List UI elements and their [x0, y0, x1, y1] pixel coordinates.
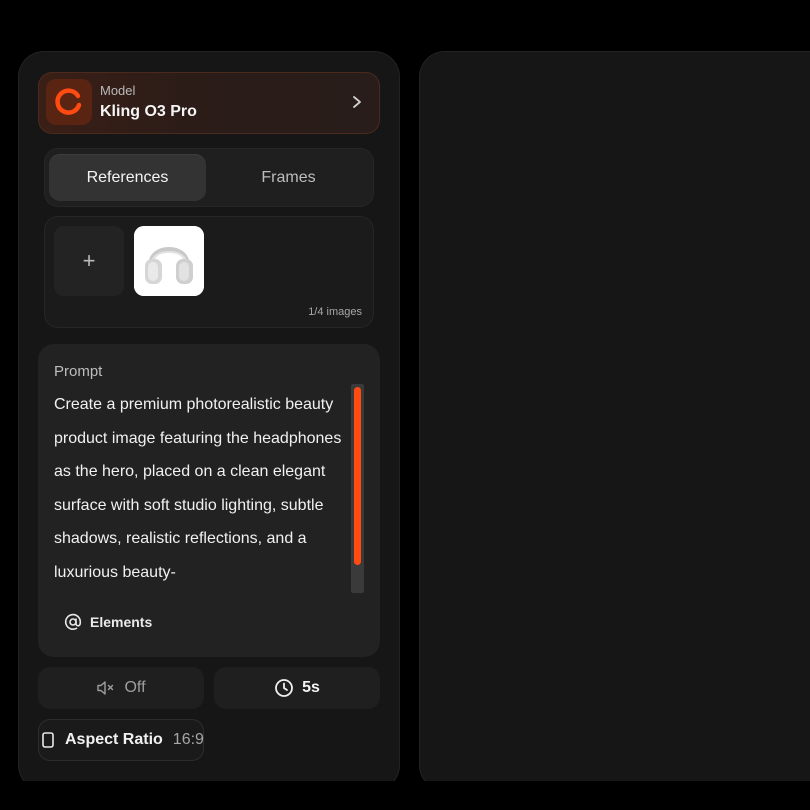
tab-frames[interactable]: Frames — [210, 154, 367, 201]
reference-images: + 1/4 images — [44, 216, 374, 328]
scrollbar-thumb[interactable] — [354, 387, 361, 565]
model-logo-icon — [46, 79, 92, 125]
model-selector[interactable]: Model Kling O3 Pro — [38, 72, 380, 134]
aspect-ratio-icon — [42, 732, 54, 748]
tab-references[interactable]: References — [49, 154, 206, 201]
audio-label: Off — [124, 679, 146, 696]
mode-tabs: References Frames — [44, 148, 374, 207]
preview-canvas — [419, 51, 810, 791]
prompt-scrollbar[interactable] — [351, 384, 364, 593]
reference-thumbnail[interactable] — [134, 226, 204, 296]
image-count: 1/4 images — [308, 306, 362, 318]
at-sign-icon — [64, 613, 82, 630]
duration-selector[interactable]: 5s — [214, 667, 380, 709]
prompt-label: Prompt — [54, 363, 103, 380]
chevron-right-icon — [353, 96, 361, 108]
aspect-ratio-value: 16:9 — [172, 731, 204, 748]
clock-icon — [275, 679, 293, 697]
aspect-ratio-label: Aspect Ratio — [65, 731, 163, 748]
prompt-textarea[interactable]: Create a premium photorealistic beauty p… — [54, 388, 344, 591]
speaker-muted-icon — [97, 681, 114, 695]
prompt-card: Prompt Create a premium photorealistic b… — [38, 344, 380, 657]
headphones-image — [134, 226, 204, 296]
model-name: Kling O3 Pro — [100, 103, 197, 120]
aspect-ratio-selector[interactable]: Aspect Ratio 16:9 — [38, 719, 204, 761]
duration-label: 5s — [302, 679, 320, 696]
elements-button[interactable]: Elements — [52, 608, 160, 636]
bottom-strip — [0, 781, 810, 810]
model-kicker-label: Model — [100, 83, 136, 98]
elements-label: Elements — [90, 614, 153, 630]
add-reference-button[interactable]: + — [54, 226, 124, 296]
audio-toggle[interactable]: Off — [38, 667, 204, 709]
